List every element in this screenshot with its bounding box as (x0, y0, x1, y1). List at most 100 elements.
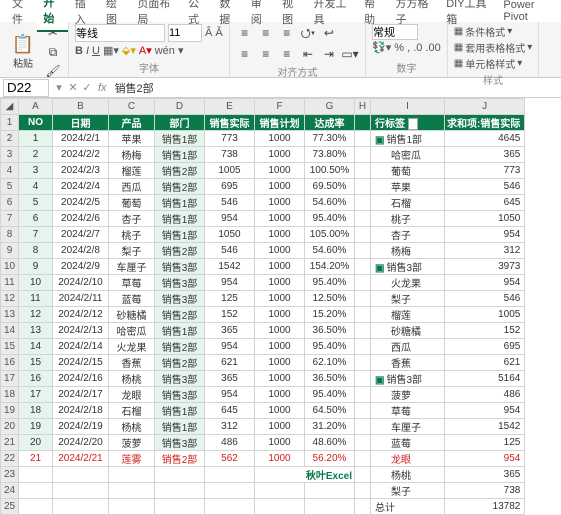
pivot-value[interactable]: 1050 (445, 211, 525, 227)
cell[interactable]: 葡萄 (109, 195, 155, 211)
cell[interactable] (355, 339, 371, 355)
pivot-label[interactable]: 桃子 (371, 211, 445, 227)
pivot-label[interactable]: 杨桃 (371, 467, 445, 483)
row-header-10[interactable]: 10 (1, 259, 19, 275)
pivot-label[interactable]: 草莓 (371, 403, 445, 419)
pivot-value[interactable]: 3973 (445, 259, 525, 275)
pivot-label[interactable]: 总计 (371, 499, 445, 515)
cell[interactable]: 8 (19, 243, 53, 259)
cell[interactable]: 莲雾 (109, 451, 155, 467)
col-header-G[interactable]: G (305, 99, 355, 115)
cell-styles-button[interactable]: ▦ 单元格样式 ▾ (454, 56, 532, 71)
paste-button[interactable]: 📋 粘贴 (6, 34, 40, 70)
cell[interactable]: 9 (19, 259, 53, 275)
pivot-label[interactable]: 杏子 (371, 227, 445, 243)
cell[interactable] (53, 467, 109, 483)
pivot-label[interactable]: 哈密瓜 (371, 147, 445, 163)
cell[interactable]: 1000 (255, 163, 305, 179)
cell[interactable] (205, 499, 255, 515)
cell[interactable]: 1000 (255, 211, 305, 227)
pivot-value[interactable]: 486 (445, 387, 525, 403)
wrap-text-icon[interactable]: ↩ (320, 24, 338, 42)
cell[interactable]: 苹果 (109, 131, 155, 147)
cell[interactable]: 石榴 (109, 403, 155, 419)
orientation-icon[interactable]: ⭯▾ (299, 26, 317, 44)
cell[interactable] (53, 499, 109, 515)
font-name-select[interactable] (75, 24, 165, 42)
cell[interactable]: 738 (205, 147, 255, 163)
row-header-25[interactable]: 25 (1, 499, 19, 515)
cell[interactable] (305, 499, 355, 515)
row-header-7[interactable]: 7 (1, 211, 19, 227)
filter-dropdown-icon[interactable]: ▾ (408, 118, 419, 130)
cell[interactable] (109, 499, 155, 515)
cell[interactable]: 2024/2/15 (53, 355, 109, 371)
cell[interactable]: 1 (19, 131, 53, 147)
cell[interactable]: 11 (19, 291, 53, 307)
conditional-format-button[interactable]: ▦ 条件格式 ▾ (454, 24, 532, 39)
table-header[interactable]: 销售实际 (205, 115, 255, 131)
pivot-label[interactable]: 石榴 (371, 195, 445, 211)
cell[interactable] (355, 451, 371, 467)
pivot-label[interactable]: 西瓜 (371, 339, 445, 355)
cell[interactable]: 1542 (205, 259, 255, 275)
cell[interactable]: 榴莲 (109, 163, 155, 179)
cell[interactable]: 2024/2/6 (53, 211, 109, 227)
confirm-icon[interactable]: ✓ (80, 81, 94, 94)
col-header-A[interactable]: A (19, 99, 53, 115)
cell[interactable]: 695 (205, 179, 255, 195)
fx-icon[interactable]: fx (94, 82, 111, 94)
decrease-font-icon[interactable]: Ǎ (215, 27, 222, 39)
dec-decimal-icon[interactable]: .00 (426, 42, 441, 54)
pivot-label[interactable]: 砂糖橘 (371, 323, 445, 339)
cell[interactable]: 2024/2/18 (53, 403, 109, 419)
cell[interactable]: 2024/2/7 (53, 227, 109, 243)
pivot-value[interactable]: 125 (445, 435, 525, 451)
merge-icon[interactable]: ▭▾ (341, 45, 359, 63)
cell[interactable] (355, 355, 371, 371)
cell[interactable]: 1000 (255, 307, 305, 323)
row-header-21[interactable]: 21 (1, 435, 19, 451)
col-header-E[interactable]: E (205, 99, 255, 115)
cell[interactable]: 1000 (255, 387, 305, 403)
cell[interactable] (205, 467, 255, 483)
cell[interactable]: 2024/2/3 (53, 163, 109, 179)
cell[interactable]: 销售2部 (155, 339, 205, 355)
row-header-24[interactable]: 24 (1, 483, 19, 499)
pivot-value[interactable]: 546 (445, 179, 525, 195)
cell[interactable] (355, 195, 371, 211)
cell[interactable]: 销售3部 (155, 435, 205, 451)
pivot-value[interactable]: 954 (445, 275, 525, 291)
cell[interactable]: 1000 (255, 403, 305, 419)
cell[interactable] (355, 387, 371, 403)
pivot-label[interactable]: 梨子 (371, 291, 445, 307)
cell[interactable]: 销售3部 (155, 371, 205, 387)
col-header-B[interactable]: B (53, 99, 109, 115)
cell[interactable]: 销售2部 (155, 355, 205, 371)
row-header-12[interactable]: 12 (1, 291, 19, 307)
col-header-C[interactable]: C (109, 99, 155, 115)
cell[interactable] (355, 275, 371, 291)
cell[interactable]: 954 (205, 339, 255, 355)
cell[interactable]: 销售3部 (155, 291, 205, 307)
cell[interactable]: 77.30% (305, 131, 355, 147)
pivot-label[interactable]: 杨梅 (371, 243, 445, 259)
cell[interactable]: 杨桃 (109, 371, 155, 387)
cell[interactable]: 18 (19, 403, 53, 419)
table-header[interactable]: 部门 (155, 115, 205, 131)
cell[interactable] (355, 211, 371, 227)
cell[interactable]: 1000 (255, 195, 305, 211)
cell[interactable]: 销售3部 (155, 259, 205, 275)
cell[interactable]: 10 (19, 275, 53, 291)
cell[interactable]: 36.50% (305, 371, 355, 387)
row-header-18[interactable]: 18 (1, 387, 19, 403)
cell[interactable] (355, 291, 371, 307)
cell[interactable] (355, 307, 371, 323)
cell[interactable]: 销售1部 (155, 403, 205, 419)
cell[interactable]: 1000 (255, 355, 305, 371)
pivot-label[interactable]: ▣销售3部 (371, 371, 445, 387)
pivot-value[interactable]: 1542 (445, 419, 525, 435)
pivot-value[interactable]: 365 (445, 147, 525, 163)
table-header[interactable]: 日期 (53, 115, 109, 131)
pivot-label[interactable]: ▣销售1部 (371, 131, 445, 147)
